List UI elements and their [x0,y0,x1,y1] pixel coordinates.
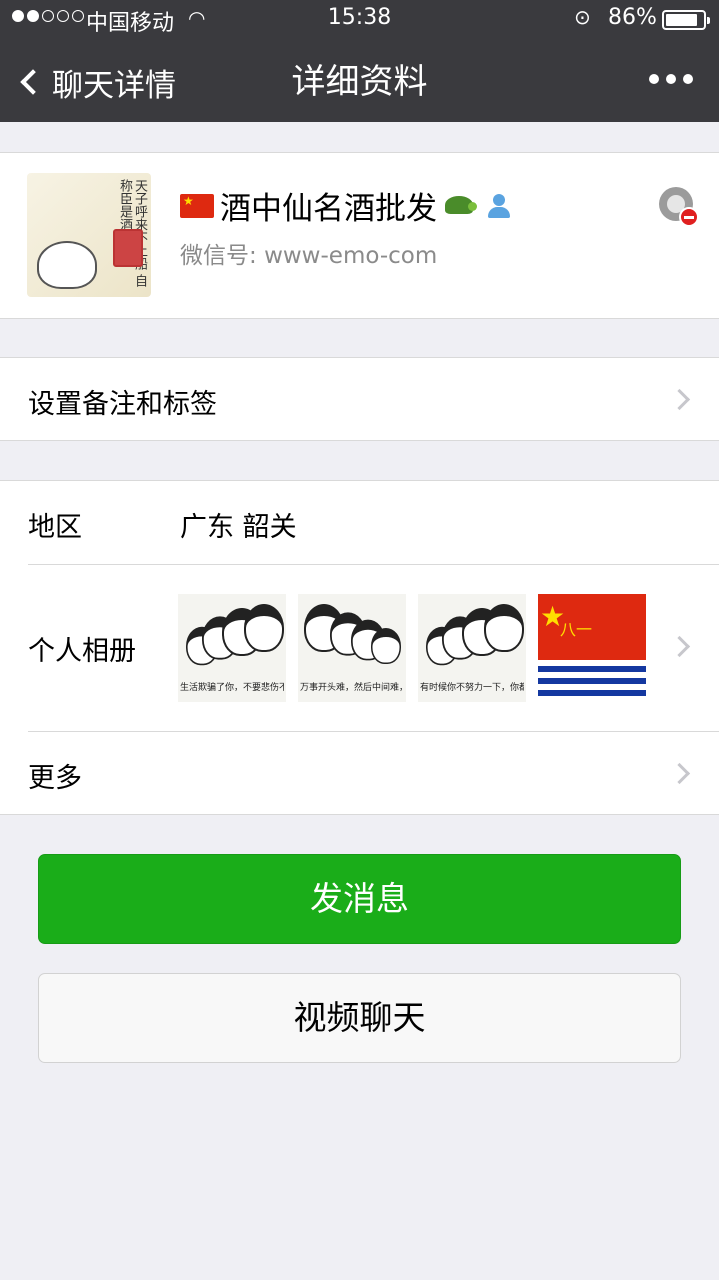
album-caption: 生活欺骗了你，不要悲伤不要心急，反正明天也一样 [180,683,284,693]
album-photo: 生活欺骗了你，不要悲伤不要心急，反正明天也一样 [178,594,286,702]
album-photo: 万事开头难，然后中间难，最后结尾难。 [298,594,406,702]
personal-album-row[interactable]: 个人相册 生活欺骗了你，不要悲伤不要心急，反正明天也一样 万事开头难 [0,565,719,731]
rotation-lock-icon: ⊙ [574,5,591,29]
profile-name-row: 酒中仙名酒批发 [180,183,513,228]
send-message-button[interactable]: 发消息 [38,854,681,944]
blocked-moments-icon[interactable] [659,187,699,227]
album-thumbnails: 生活欺骗了你，不要悲伤不要心急，反正明天也一样 万事开头难，然后中间难，最后结尾… [178,594,646,702]
region-value: 广东 韶关 [180,512,297,543]
more-row[interactable]: 更多 [0,732,719,816]
more-options-icon[interactable] [649,74,693,84]
more-label: 更多 [28,763,82,794]
seal-stamp [113,229,143,267]
album-label: 个人相册 [28,636,136,667]
battery-percent: 86% [608,5,657,30]
battery-icon [662,10,710,30]
video-chat-button[interactable]: 视频聊天 [38,973,681,1063]
chevron-right-icon [668,635,691,658]
region-label: 地区 [28,512,82,543]
avatar[interactable]: 天子呼来不上船 自称臣是酒中仙 [27,173,151,297]
region-row: 地区 广东 韶关 [0,481,719,564]
album-photo-flag: ★ 八一 [538,594,646,702]
wechat-id-value: www-emo-com [264,243,438,269]
chevron-right-icon [668,762,691,785]
turtle-icon [441,192,477,220]
album-caption: 万事开头难，然后中间难，最后结尾难。 [300,683,404,693]
album-photo: 有时候你不努力一下，你都不知道什么叫绝望 [418,594,526,702]
flag-text: 八一 [560,620,593,639]
set-remark-and-tags[interactable]: 设置备注和标签 [0,357,719,441]
avatar-figure [37,241,97,289]
album-caption: 有时候你不努力一下，你都不知道什么叫绝望 [420,683,524,693]
top-bar: 中国移动 ◠ 15:38 ⊙ 86% 聊天详情 详细资料 [0,0,719,122]
china-flag-icon [180,193,214,218]
page-title: 详细资料 [291,62,428,102]
chevron-right-icon [668,388,691,411]
wechat-id-label: 微信号: [180,243,257,269]
remark-label: 设置备注和标签 [28,389,217,420]
profile-name: 酒中仙名酒批发 [220,191,437,227]
profile-card: 天子呼来不上船 自称臣是酒中仙 酒中仙名酒批发 微信号: www-emo-com [0,152,719,319]
wechat-id: 微信号: www-emo-com [180,236,437,270]
contact-person-icon [485,192,513,220]
status-bar: 中国移动 ◠ 15:38 ⊙ 86% [0,0,719,40]
details-group: 地区 广东 韶关 个人相册 生活欺骗了你，不要悲伤不要心急，反正明天也一样 [0,480,719,815]
